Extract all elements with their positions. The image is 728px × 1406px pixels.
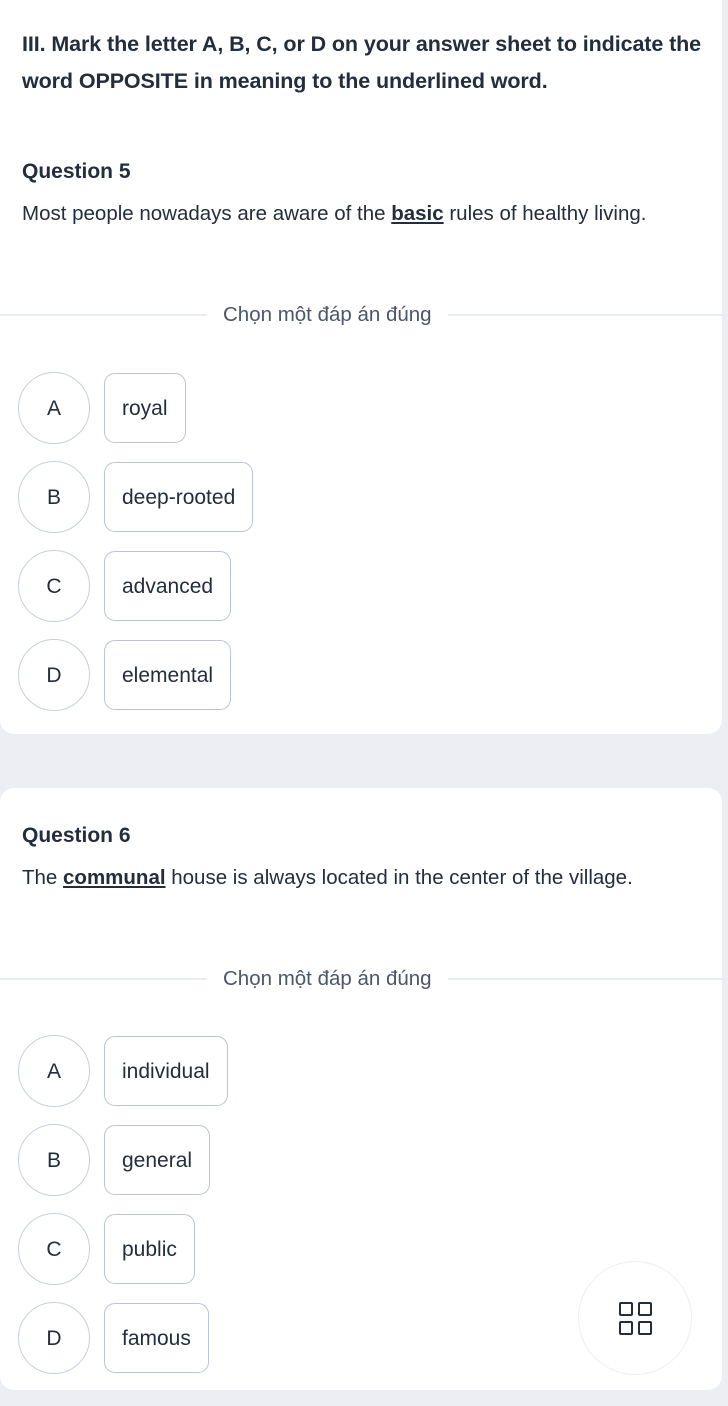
option-text-5-d[interactable]: elemental [104, 640, 232, 710]
question-title-6: Question 6 [22, 824, 131, 847]
question-text-5-underlined: basic [391, 202, 444, 225]
question-text-6: The communal house is always located in … [22, 859, 682, 896]
option-text-5-c[interactable]: advanced [104, 551, 232, 621]
option-row-6-c[interactable]: C public [18, 1213, 195, 1285]
quiz-page: III. Mark the letter A, B, C, or D on yo… [0, 0, 728, 1406]
question-text-6-before: The [22, 866, 64, 889]
option-letter-6-d[interactable]: D [18, 1302, 90, 1374]
grid-cell-1 [618, 1301, 633, 1316]
question-text-6-underlined: communal [63, 866, 166, 889]
answer-prompt-label-6: Chọn một đáp án đúng [223, 967, 432, 990]
option-letter-5-b[interactable]: B [18, 461, 90, 533]
option-letter-5-a[interactable]: A [18, 372, 90, 444]
option-letter-5-c[interactable]: C [18, 550, 90, 622]
divider-rule-right [447, 978, 722, 980]
question-title-5: Question 5 [22, 160, 131, 183]
grid-cell-2 [637, 1301, 652, 1316]
option-text-6-c[interactable]: public [104, 1214, 195, 1284]
section-instruction-heading: III. Mark the letter A, B, C, or D on yo… [22, 32, 702, 93]
option-letter-6-c[interactable]: C [18, 1213, 90, 1285]
divider-rule-left [0, 978, 207, 980]
option-row-5-b[interactable]: B deep-rooted [18, 461, 254, 533]
divider-rule-right [447, 314, 722, 316]
grid-cell-3 [618, 1320, 633, 1335]
page-bottom-strip [0, 1390, 728, 1406]
option-row-6-d[interactable]: D famous [18, 1302, 209, 1374]
question-grid-button[interactable] [578, 1261, 692, 1375]
option-text-5-b[interactable]: deep-rooted [104, 462, 254, 532]
option-row-5-c[interactable]: C advanced [18, 550, 232, 622]
option-text-6-d[interactable]: famous [104, 1303, 209, 1373]
answer-prompt-divider-5: Chọn một đáp án đúng [0, 303, 722, 327]
option-text-5-a[interactable]: royal [104, 373, 186, 443]
option-letter-5-d[interactable]: D [18, 639, 90, 711]
divider-rule-left [0, 314, 207, 316]
question-card-5: III. Mark the letter A, B, C, or D on yo… [0, 0, 722, 734]
grid-cell-4 [637, 1320, 652, 1335]
question-text-5-after: rules of healthy living. [443, 202, 647, 225]
answer-prompt-divider-6: Chọn một đáp án đúng [0, 967, 722, 991]
option-row-5-a[interactable]: A royal [18, 372, 186, 444]
option-row-6-b[interactable]: B general [18, 1124, 211, 1196]
answer-prompt-label-5: Chọn một đáp án đúng [223, 303, 432, 326]
question-text-5-before: Most people nowadays are aware of the [22, 202, 392, 225]
option-letter-6-a[interactable]: A [18, 1035, 90, 1107]
option-row-5-d[interactable]: D elemental [18, 639, 232, 711]
option-text-6-a[interactable]: individual [104, 1036, 228, 1106]
option-row-6-a[interactable]: A individual [18, 1035, 228, 1107]
option-text-6-b[interactable]: general [104, 1125, 211, 1195]
grid-2x2-icon [618, 1301, 652, 1335]
question-text-6-after: house is always located in the center of… [165, 866, 633, 889]
question-text-5: Most people nowadays are aware of the ba… [22, 195, 682, 232]
option-letter-6-b[interactable]: B [18, 1124, 90, 1196]
